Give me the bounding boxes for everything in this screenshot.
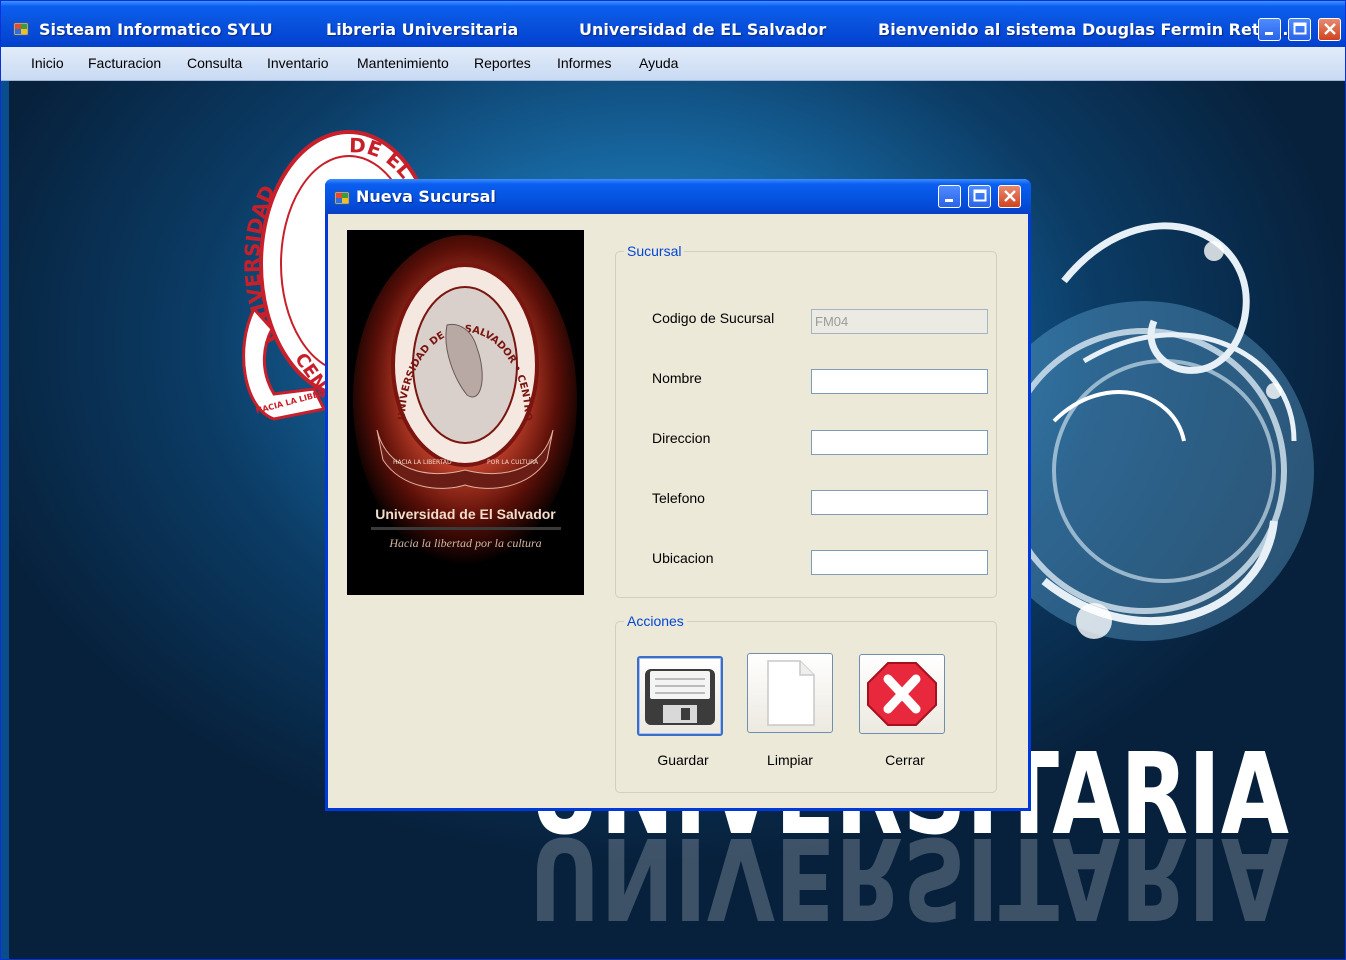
maximize-button[interactable] bbox=[1288, 18, 1311, 41]
blank-page-icon bbox=[767, 660, 815, 726]
logo-motto: Hacia la libertad por la cultura bbox=[389, 536, 542, 550]
dialog-title: Nueva Sucursal bbox=[356, 187, 496, 206]
maximize-icon bbox=[973, 189, 987, 202]
ubicacion-label: Ubicacion bbox=[652, 550, 714, 566]
nombre-label: Nombre bbox=[652, 370, 702, 386]
logo-ribbon-right: POR LA CULTURA bbox=[487, 459, 539, 466]
main-title-bar[interactable]: Sisteam Informatico SYLU Libreria Univer… bbox=[1, 1, 1345, 47]
logo-university-name: Universidad de El Salvador bbox=[375, 506, 556, 522]
minimize-button[interactable] bbox=[1258, 18, 1281, 41]
main-window: Sisteam Informatico SYLU Libreria Univer… bbox=[0, 0, 1346, 960]
guardar-label: Guardar bbox=[657, 752, 709, 768]
menu-bar: Inicio Facturacion Consulta Inventario M… bbox=[1, 47, 1345, 81]
direccion-label: Direccion bbox=[652, 430, 711, 446]
menu-reportes[interactable]: Reportes bbox=[474, 55, 531, 71]
dialog-maximize-button[interactable] bbox=[968, 185, 991, 208]
limpiar-button[interactable] bbox=[747, 653, 833, 733]
codigo-sucursal-label: Codigo de Sucursal bbox=[652, 310, 775, 326]
close-button[interactable] bbox=[1318, 18, 1341, 41]
dialog-close-button[interactable] bbox=[998, 185, 1021, 208]
menu-informes[interactable]: Informes bbox=[557, 55, 611, 71]
ubicacion-field[interactable] bbox=[811, 550, 988, 575]
title-library: Libreria Universitaria bbox=[326, 20, 519, 39]
cerrar-button[interactable] bbox=[859, 654, 945, 734]
maximize-icon bbox=[1293, 22, 1307, 35]
background-word-reflection: UNIVERSITARIA bbox=[529, 812, 1289, 942]
menu-inicio[interactable]: Inicio bbox=[31, 55, 64, 71]
sucursal-group-title: Sucursal bbox=[627, 243, 682, 259]
background-swirl-decoration bbox=[1024, 222, 1314, 641]
menu-ayuda[interactable]: Ayuda bbox=[639, 55, 678, 71]
nueva-sucursal-dialog: Nueva Sucursal UNIVERSIDAD DE SALVADOR •… bbox=[325, 179, 1031, 811]
menu-facturacion[interactable]: Facturacion bbox=[88, 55, 161, 71]
dialog-minimize-button[interactable] bbox=[938, 185, 961, 208]
sucursal-groupbox: Sucursal bbox=[615, 243, 997, 598]
close-icon bbox=[1324, 23, 1336, 35]
guardar-button[interactable] bbox=[637, 656, 723, 736]
title-app-name: Sisteam Informatico SYLU bbox=[39, 20, 273, 39]
codigo-sucursal-field bbox=[811, 309, 988, 334]
close-x-icon bbox=[867, 662, 937, 726]
minimize-icon bbox=[945, 199, 953, 202]
telefono-label: Telefono bbox=[652, 490, 705, 506]
direccion-field[interactable] bbox=[811, 430, 988, 455]
title-welcome: Bienvenido al sistema Douglas Fermin Ret… bbox=[878, 20, 1289, 39]
minimize-icon bbox=[1265, 32, 1273, 35]
app-icon bbox=[13, 22, 29, 36]
close-icon bbox=[1004, 190, 1016, 202]
logo-ribbon-left: HACIA LA LIBERTAD bbox=[393, 459, 452, 466]
title-university: Universidad de EL Salvador bbox=[579, 20, 827, 39]
dialog-title-bar[interactable]: Nueva Sucursal bbox=[325, 179, 1031, 214]
telefono-field[interactable] bbox=[811, 490, 988, 515]
menu-consulta[interactable]: Consulta bbox=[187, 55, 242, 71]
limpiar-label: Limpiar bbox=[767, 752, 813, 768]
floppy-disk-icon bbox=[645, 669, 715, 725]
menu-inventario[interactable]: Inventario bbox=[267, 55, 328, 71]
university-logo-image: UNIVERSIDAD DE EL SALVADOR • CENTRO AMER… bbox=[347, 230, 584, 595]
cerrar-label: Cerrar bbox=[885, 752, 925, 768]
acciones-group-title: Acciones bbox=[627, 613, 684, 629]
dialog-app-icon bbox=[334, 191, 350, 205]
menu-mantenimiento[interactable]: Mantenimiento bbox=[357, 55, 449, 71]
nombre-field[interactable] bbox=[811, 369, 988, 394]
